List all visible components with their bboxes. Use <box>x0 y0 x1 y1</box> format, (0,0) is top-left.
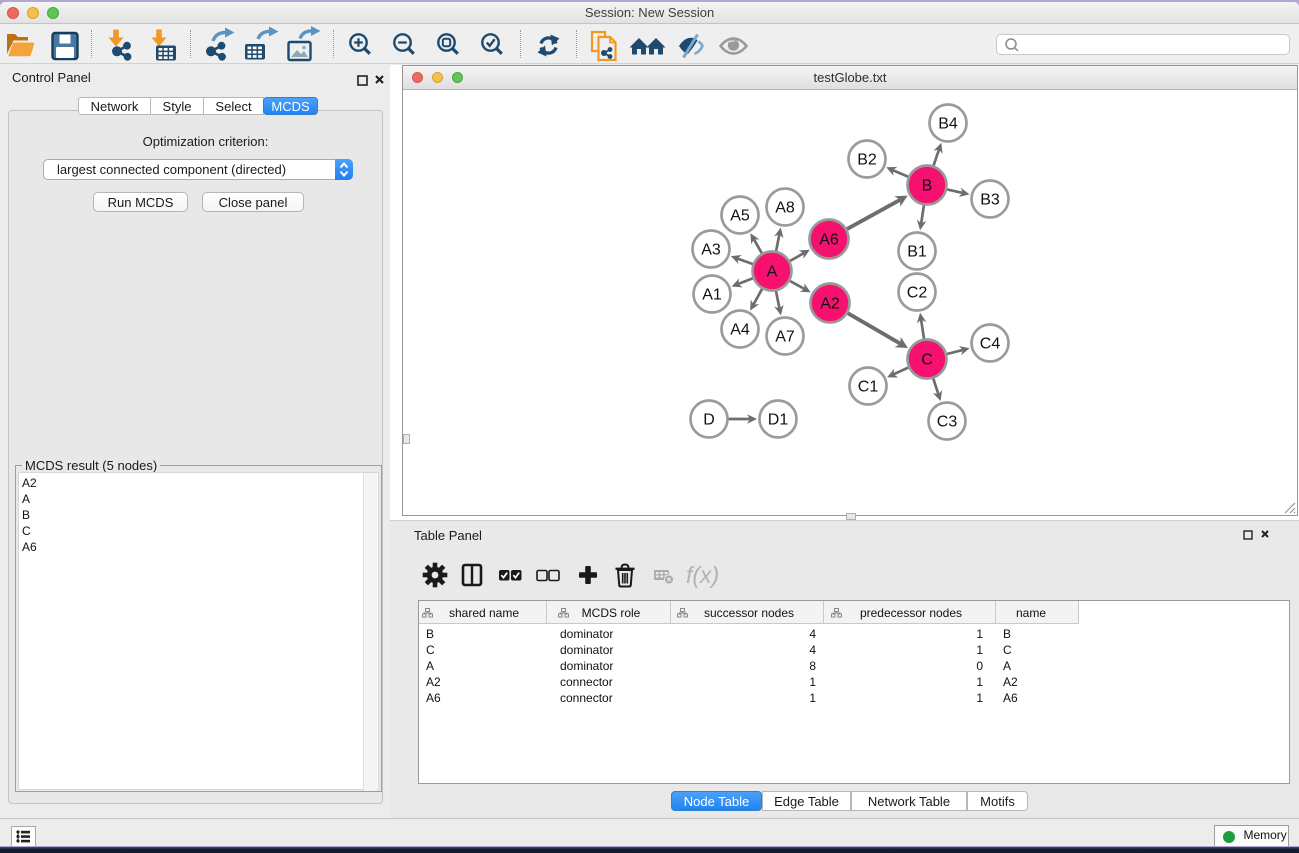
svg-text:A3: A3 <box>701 242 721 259</box>
svg-text:D1: D1 <box>768 412 789 429</box>
svg-text:B2: B2 <box>857 152 877 169</box>
svg-text:C3: C3 <box>937 414 958 431</box>
svg-text:A5: A5 <box>730 208 750 225</box>
svg-text:C: C <box>921 352 933 369</box>
svg-text:A6: A6 <box>819 232 839 249</box>
svg-text:C2: C2 <box>907 285 928 302</box>
svg-text:A: A <box>767 264 778 281</box>
svg-text:B3: B3 <box>980 192 1000 209</box>
svg-text:C4: C4 <box>980 336 1001 353</box>
svg-text:A8: A8 <box>775 200 795 217</box>
svg-text:A1: A1 <box>702 287 722 304</box>
svg-text:C1: C1 <box>858 379 879 396</box>
svg-text:f(x): f(x) <box>686 562 719 588</box>
svg-text:B: B <box>922 178 933 195</box>
svg-text:B1: B1 <box>907 244 927 261</box>
svg-text:A7: A7 <box>775 329 795 346</box>
svg-text:D: D <box>703 412 715 429</box>
svg-text:A4: A4 <box>730 322 750 339</box>
svg-text:A2: A2 <box>820 296 840 313</box>
svg-text:B4: B4 <box>938 116 958 133</box>
